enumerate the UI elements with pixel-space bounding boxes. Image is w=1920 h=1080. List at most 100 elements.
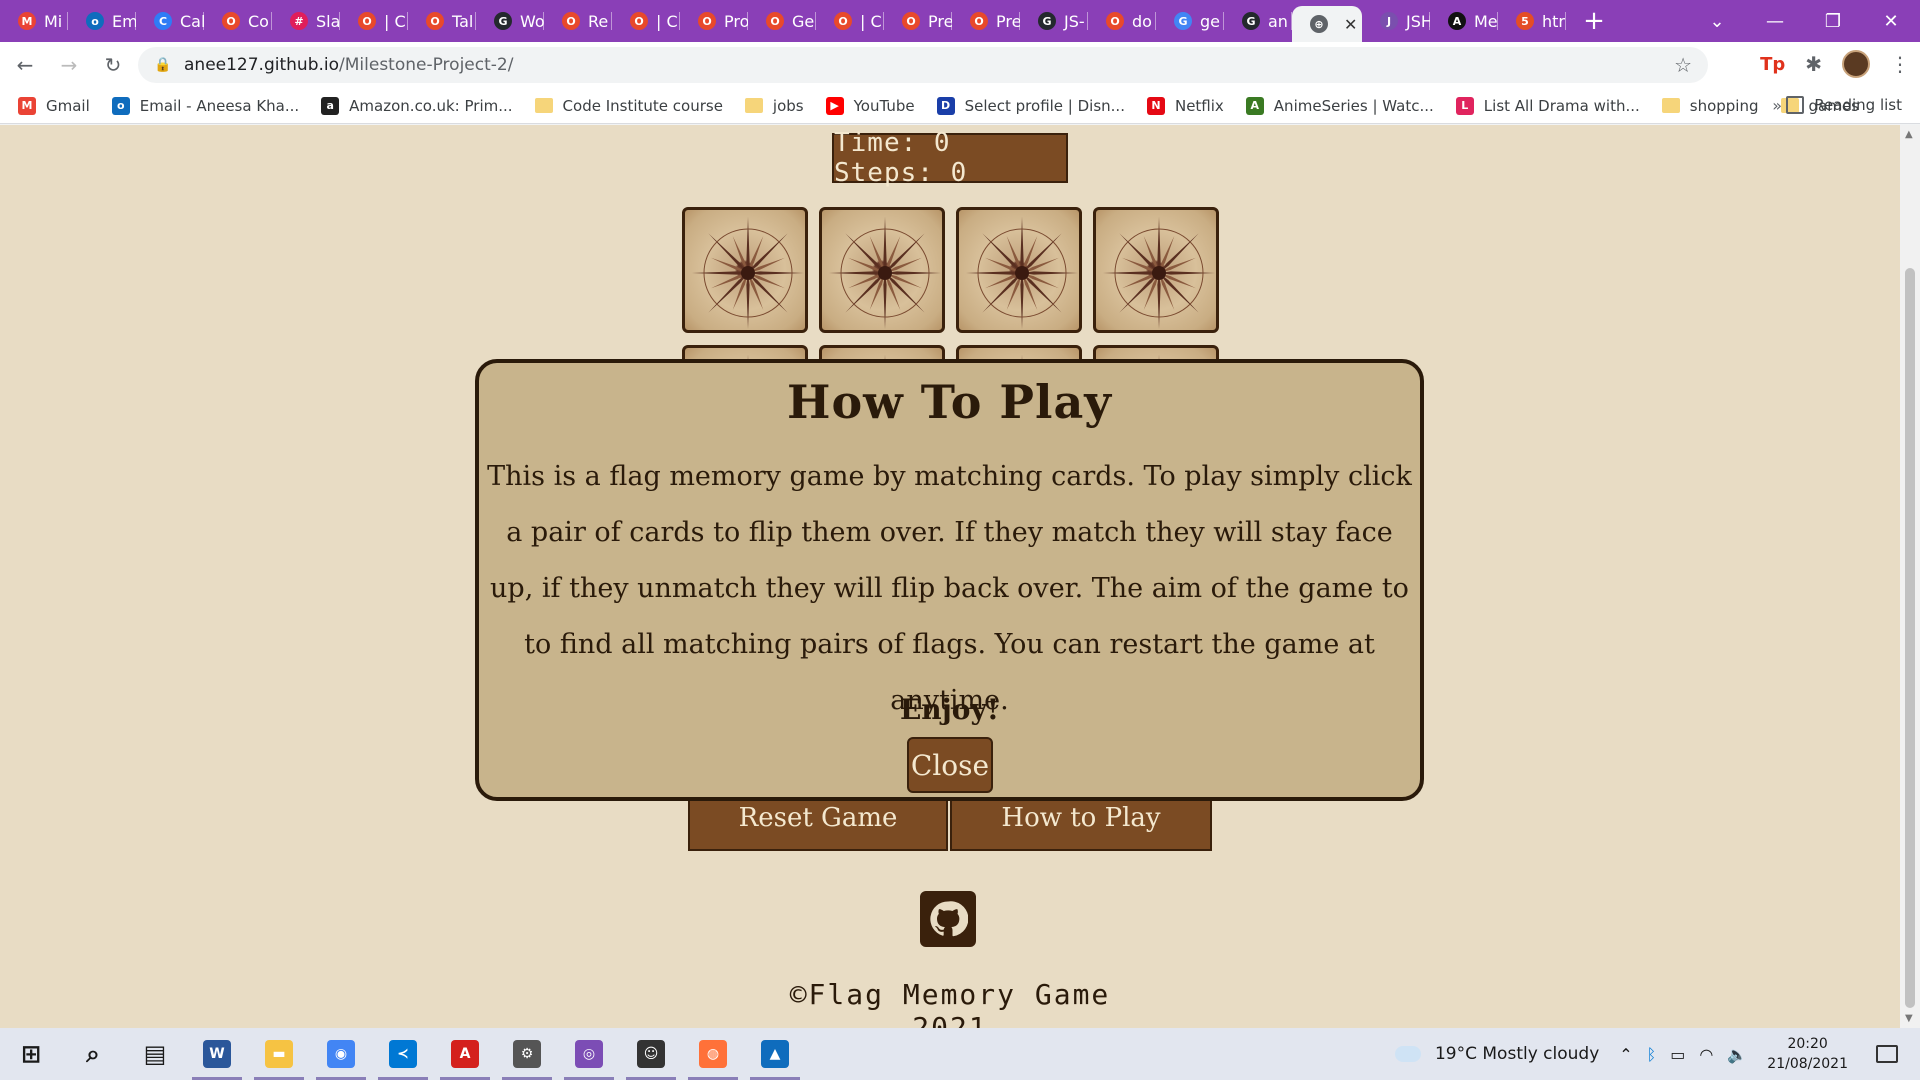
- bluetooth-icon[interactable]: ᛒ: [1647, 1045, 1657, 1064]
- bookmarks-bar: M Gmail o Email - Aneesa Kha... a Amazon.co.u…: [0, 88, 1920, 124]
- bookmark-item[interactable]: shopping: [1661, 97, 1759, 115]
- back-icon[interactable]: ←: [6, 53, 44, 77]
- browser-tab[interactable]: 5 htr: [1498, 0, 1566, 42]
- folder-icon: [534, 98, 553, 113]
- browser-tab[interactable]: O | C: [816, 0, 884, 42]
- tab-label: | C: [384, 11, 406, 31]
- browser-tab[interactable]: o Em: [68, 0, 136, 42]
- chrome-taskbar-button[interactable]: ◉: [310, 1028, 372, 1080]
- photos-taskbar-button[interactable]: ▲: [744, 1028, 806, 1080]
- browser-tab[interactable]: J JSH: [1362, 0, 1430, 42]
- bookmark-favicon-icon: D: [936, 96, 955, 115]
- tab-favicon-icon: #: [290, 12, 308, 30]
- volume-icon[interactable]: 🔈: [1727, 1045, 1747, 1064]
- browser-tab[interactable]: # Sla: [272, 0, 340, 42]
- forward-icon[interactable]: →: [50, 53, 88, 77]
- tab-close-icon[interactable]: ✕: [1344, 15, 1357, 34]
- bookmark-item[interactable]: o Email - Aneesa Kha...: [111, 96, 299, 115]
- memory-card[interactable]: [682, 207, 808, 333]
- firefox-taskbar-button[interactable]: ◍: [682, 1028, 744, 1080]
- tab-favicon-icon: O: [698, 12, 716, 30]
- browser-tab[interactable]: Odo: [1088, 0, 1156, 42]
- settings-taskbar-button[interactable]: ⚙: [496, 1028, 558, 1080]
- bookmark-label: Select profile | Disn...: [964, 96, 1125, 115]
- modal-close-button[interactable]: Close: [907, 737, 993, 793]
- weather-widget[interactable]: 19°C Mostly cloudy: [1394, 1044, 1599, 1064]
- tp-extension-icon[interactable]: Tp: [1760, 54, 1785, 75]
- bookmark-item[interactable]: L List All Drama with...: [1455, 96, 1640, 115]
- browser-menu-icon[interactable]: ⋮: [1890, 52, 1910, 76]
- wifi-icon[interactable]: ◠: [1699, 1045, 1713, 1064]
- browser-tab[interactable]: O Co: [204, 0, 272, 42]
- browser-tab[interactable]: G Wo: [476, 0, 544, 42]
- bookmark-item[interactable]: ▶ YouTube: [825, 96, 915, 115]
- clock[interactable]: 20:20 21/08/2021: [1767, 1034, 1848, 1074]
- browser-tab[interactable]: Gge: [1156, 0, 1224, 42]
- reading-list-button[interactable]: Reading list: [1786, 96, 1902, 114]
- browser-tab[interactable]: O | C: [612, 0, 680, 42]
- browser-tab[interactable]: Gan: [1224, 0, 1292, 42]
- browser-tab[interactable]: A Me: [1430, 0, 1498, 42]
- bookmark-item[interactable]: N Netflix: [1146, 96, 1224, 115]
- browser-tab[interactable]: G JS-: [1020, 0, 1088, 42]
- emoji-taskbar-button[interactable]: ☺: [620, 1028, 682, 1080]
- browser-tab[interactable]: O Tal: [408, 0, 476, 42]
- memory-card[interactable]: [1093, 207, 1219, 333]
- profile-avatar[interactable]: [1842, 50, 1870, 78]
- extensions-icon[interactable]: ✱: [1805, 52, 1822, 76]
- bookmark-item[interactable]: M Gmail: [18, 96, 90, 115]
- bookmark-favicon-icon: a: [321, 96, 340, 115]
- bookmark-label: List All Drama with...: [1483, 96, 1640, 115]
- tray-chevron-icon[interactable]: ⌃: [1619, 1045, 1632, 1064]
- bookmark-item[interactable]: a Amazon.co.uk: Prim...: [321, 96, 513, 115]
- how-to-play-modal: How To Play This is a flag memory game b…: [475, 359, 1424, 801]
- scrollbar-thumb[interactable]: [1905, 268, 1915, 1008]
- page-scrollbar[interactable]: ▲ ▼: [1900, 125, 1920, 1028]
- scroll-down-icon[interactable]: ▼: [1905, 1013, 1913, 1024]
- browser-tab[interactable]: O | C: [340, 0, 408, 42]
- tab-active[interactable]: ⊕ ✕: [1292, 6, 1362, 42]
- memory-card[interactable]: [819, 207, 945, 333]
- acrobat-taskbar-button[interactable]: A: [434, 1028, 496, 1080]
- minimize-icon[interactable]: —: [1746, 11, 1804, 32]
- chrome-icon: ◉: [327, 1040, 355, 1068]
- bookmark-item[interactable]: jobs: [744, 97, 804, 115]
- modal-title: How To Play: [786, 375, 1112, 429]
- system-tray: 19°C Mostly cloudy ⌃ ᛒ ▭ ◠ 🔈 20:20 21/08…: [1394, 1028, 1920, 1080]
- bookmark-item[interactable]: Code Institute course: [534, 97, 723, 115]
- tab-label: Tal: [452, 11, 474, 31]
- media-taskbar-button[interactable]: ◎: [558, 1028, 620, 1080]
- word-taskbar-button[interactable]: W: [186, 1028, 248, 1080]
- task-view-taskbar-button[interactable]: ▤: [124, 1028, 186, 1080]
- bookmark-item[interactable]: A AnimeSeries | Watc...: [1245, 96, 1434, 115]
- emoji-icon: ☺: [637, 1040, 665, 1068]
- scroll-up-icon[interactable]: ▲: [1905, 129, 1913, 140]
- window-controls: ⌄ — ❐ ✕: [1688, 0, 1920, 42]
- bookmarks-more-icon[interactable]: »: [1772, 96, 1782, 115]
- reload-icon[interactable]: ↻: [94, 53, 132, 77]
- github-icon[interactable]: [920, 891, 976, 947]
- search-taskbar-button[interactable]: ⌕: [62, 1028, 124, 1080]
- memory-card[interactable]: [956, 207, 1082, 333]
- tab-search-icon[interactable]: ⌄: [1688, 11, 1746, 32]
- tab-label: Re: [588, 11, 609, 31]
- vscode-taskbar-button[interactable]: ≺: [372, 1028, 434, 1080]
- close-window-icon[interactable]: ✕: [1862, 11, 1920, 32]
- bookmark-item[interactable]: D Select profile | Disn...: [936, 96, 1125, 115]
- browser-tab[interactable]: O Pre: [884, 0, 952, 42]
- browser-tab[interactable]: O Pre: [952, 0, 1020, 42]
- notification-icon[interactable]: [1876, 1045, 1898, 1063]
- file-explorer-taskbar-button[interactable]: ▬: [248, 1028, 310, 1080]
- address-path: /Milestone-Project-2/: [339, 55, 514, 75]
- new-tab-icon[interactable]: +: [1574, 6, 1614, 36]
- address-bar[interactable]: 🔒 anee127.github.io/Milestone-Project-2/…: [138, 47, 1708, 83]
- browser-tab[interactable]: O Ge: [748, 0, 816, 42]
- battery-icon[interactable]: ▭: [1670, 1045, 1685, 1064]
- start-taskbar-button[interactable]: ⊞: [0, 1028, 62, 1080]
- bookmark-star-icon[interactable]: ☆: [1674, 53, 1692, 77]
- restore-icon[interactable]: ❐: [1804, 11, 1862, 32]
- browser-tab[interactable]: C Cal: [136, 0, 204, 42]
- browser-tab[interactable]: M Mi: [0, 0, 68, 42]
- browser-tab[interactable]: O Pro: [680, 0, 748, 42]
- browser-tab[interactable]: O Re: [544, 0, 612, 42]
